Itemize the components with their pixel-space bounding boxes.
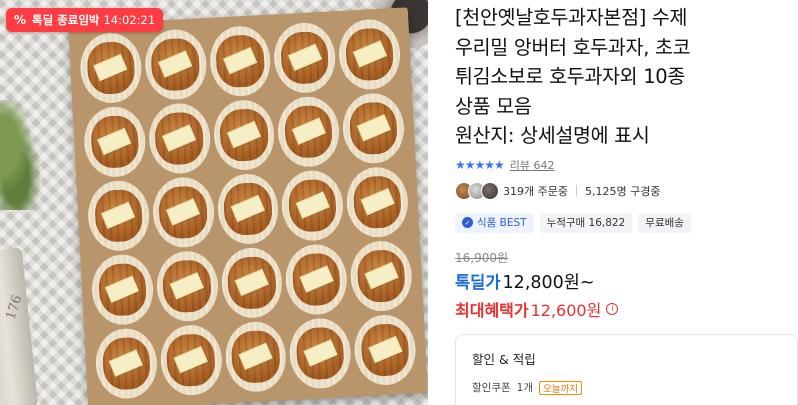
walnut-cake-tray [68, 7, 428, 405]
product-info-panel: [천안옛날호두과자본점] 수제 우리밀 앙버터 호두과자, 초코 튀김소보로 호… [455, 0, 798, 405]
product-title-line: 상품 모음 [455, 94, 532, 118]
product-image[interactable]: 176 % 톡딜 종료임박 14:02:21 [0, 0, 428, 405]
review-label: 리뷰 [509, 158, 531, 172]
walnut-cake [82, 105, 147, 179]
leaves-decoration [0, 100, 40, 210]
walnut-cake [337, 17, 402, 91]
walnut-cake [86, 179, 151, 253]
until-today-badge: 오늘까지 [538, 380, 582, 395]
walnut-cake [151, 175, 216, 249]
deal-price-value: 12,800원~ [502, 272, 595, 293]
walnut-cake [352, 313, 418, 387]
review-count: 642 [533, 158, 555, 172]
walnut-cake [143, 28, 208, 102]
walnut-cake [345, 165, 410, 239]
free-shipping-tag: 무료배송 [638, 212, 691, 233]
jar-decoration [0, 247, 39, 405]
walnut-cake [90, 253, 155, 327]
star-rating-icon: ★★★★★ [455, 157, 505, 172]
buyers-row: 319개 주문중 5,125명 구경중 [455, 181, 798, 201]
food-best-label: 식품 BEST [477, 217, 527, 229]
deal-badge-label: 톡딜 종료임박 [32, 13, 100, 27]
walnut-cake [211, 98, 277, 172]
product-title-line: [천안옛날호두과자본점] 수제 [455, 6, 688, 29]
benefit-title: 할인 & 적립 [472, 352, 536, 367]
product-origin-line: 원산지: 상세설명에 표시 [455, 124, 650, 147]
walnut-cake [272, 21, 338, 95]
cumulative-purchase-tag: 누적구매 16,822 [539, 212, 633, 233]
tags-row: ✓ 식품 BEST 누적구매 16,822 무료배송 [455, 212, 798, 233]
deal-ending-badge: % 톡딜 종료임박 14:02:21 [6, 8, 164, 32]
product-title-line: 우리밀 앙버터 호두과자, 초코 [455, 35, 691, 59]
walnut-cake [147, 101, 212, 176]
walnut-cake [280, 169, 345, 243]
walnut-cake [94, 327, 159, 401]
discount-benefit-box[interactable]: 할인 & 적립 할인쿠폰 1개 오늘까지 [455, 334, 798, 405]
viewer-count: 5,125명 구경중 [584, 184, 661, 198]
walnut-cake [341, 91, 406, 165]
coupon-row: 할인쿠폰 1개 오늘까지 [472, 380, 781, 395]
walnut-cake [78, 31, 144, 105]
walnut-cake [154, 249, 220, 323]
divider [575, 185, 577, 196]
product-title-line: 튀김소보로 호두과자외 10종 [455, 65, 686, 88]
product-title: [천안옛날호두과자본점] 수제 우리밀 앙버터 호두과자, 초코 튀김소보로 호… [455, 3, 798, 151]
deal-countdown-timer: 14:02:21 [103, 13, 156, 27]
walnut-cake [215, 172, 281, 246]
info-icon[interactable]: i [606, 302, 619, 315]
walnut-cake [276, 95, 342, 169]
rating-row: ★★★★★ 리뷰 642 [455, 157, 798, 173]
order-count: 319개 주문중 [503, 184, 568, 198]
food-best-tag[interactable]: ✓ 식품 BEST [455, 212, 534, 233]
walnut-cake [284, 242, 349, 317]
coupon-count: 1개 [516, 382, 533, 394]
best-badge-icon: ✓ [462, 217, 473, 228]
walnut-cake [208, 24, 273, 98]
max-benefit-value: 12,600원 [530, 300, 602, 320]
original-price: 16,900원 [455, 250, 509, 265]
walnut-cake [158, 323, 224, 397]
deal-price-label: 톡딜가 [455, 272, 501, 292]
buyer-avatars [455, 181, 499, 200]
review-link[interactable]: 리뷰 642 [510, 157, 555, 173]
max-benefit-row: 최대혜택가 12,600원 i [455, 297, 798, 321]
percent-icon: % [13, 13, 27, 27]
coupon-label: 할인쿠폰 [472, 382, 511, 394]
max-benefit-label: 최대혜택가 [455, 300, 529, 320]
walnut-cake [219, 246, 285, 320]
walnut-cake [349, 239, 414, 313]
deal-price-row: 톡딜가 12,800원~ [455, 269, 798, 294]
avatar [481, 181, 499, 200]
walnut-cake [223, 320, 288, 394]
walnut-cake [288, 316, 353, 390]
